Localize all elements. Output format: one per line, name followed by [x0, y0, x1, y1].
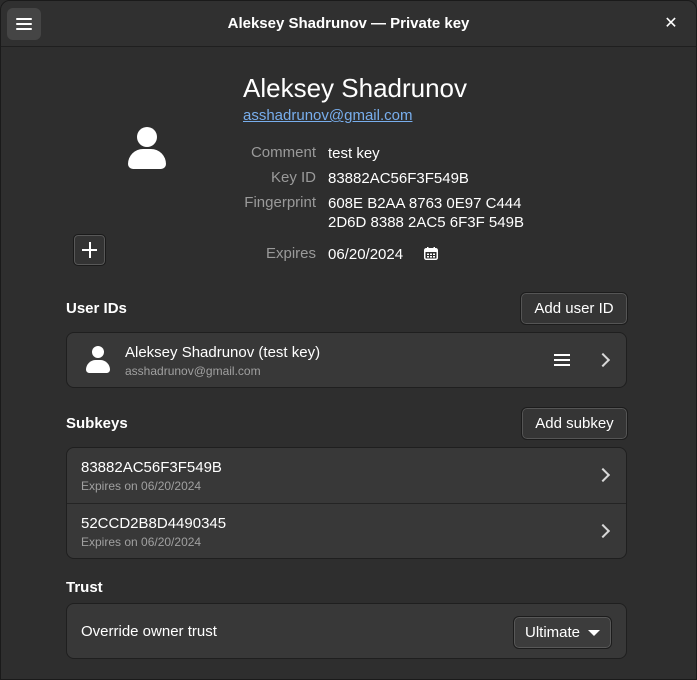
chevron-right-icon	[595, 352, 611, 368]
subkeys-list: 83882AC56F3F549B Expires on 06/20/2024 5…	[66, 447, 627, 559]
chevron-right-icon	[595, 523, 611, 539]
user-id-email: asshadrunov@gmail.com	[125, 364, 261, 378]
expires-label: Expires	[265, 245, 316, 262]
trust-heading: Trust	[66, 579, 103, 596]
key-owner-name: Aleksey Shadrunov	[243, 73, 468, 103]
key-owner-email-link[interactable]: asshadrunov@gmail.com	[243, 107, 412, 124]
key-id-value: 83882AC56F3F549B	[328, 170, 469, 187]
subkeys-heading: Subkeys	[66, 415, 128, 432]
header-bar: Aleksey Shadrunov — Private key ✕	[1, 1, 696, 47]
subkey-expiry: Expires on 06/20/2024	[81, 479, 202, 493]
owner-trust-dropdown[interactable]: Ultimate	[513, 616, 612, 649]
add-user-id-label: Add user ID	[534, 300, 614, 317]
owner-trust-selected-value: Ultimate	[525, 624, 581, 641]
caret-down-icon	[588, 630, 600, 636]
add-user-id-button[interactable]: Add user ID	[520, 292, 628, 325]
avatar-person-icon	[127, 127, 167, 169]
comment-label: Comment	[250, 144, 316, 161]
fingerprint-label: Fingerprint	[244, 194, 316, 211]
key-id-label: Key ID	[270, 169, 316, 186]
subkey-id: 52CCD2B8D4490345	[81, 515, 227, 532]
add-subkey-label: Add subkey	[535, 415, 614, 432]
private-key-window: Aleksey Shadrunov — Private key ✕ Alekse…	[0, 0, 697, 680]
subkey-expiry: Expires on 06/20/2024	[81, 535, 202, 549]
chevron-right-icon	[595, 467, 611, 483]
calendar-icon[interactable]	[424, 247, 438, 260]
add-photo-button[interactable]	[73, 234, 106, 266]
fingerprint-line-2: 2D6D 8388 2AC5 6F3F 549B	[328, 214, 524, 231]
trust-list: Override owner trust Ultimate	[66, 603, 627, 659]
avatar-person-icon	[85, 346, 111, 374]
close-icon: ✕	[664, 15, 678, 32]
user-ids-list: Aleksey Shadrunov (test key) asshadrunov…	[66, 332, 627, 388]
list-item[interactable]: 52CCD2B8D4490345 Expires on 06/20/2024	[67, 504, 626, 559]
add-subkey-button[interactable]: Add subkey	[521, 407, 628, 440]
override-owner-trust-label: Override owner trust	[81, 623, 217, 640]
comment-value: test key	[328, 145, 380, 162]
user-id-title: Aleksey Shadrunov (test key)	[125, 344, 321, 361]
fingerprint-line-1: 608E B2AA 8763 0E97 C444	[328, 195, 522, 212]
list-item[interactable]: 83882AC56F3F549B Expires on 06/20/2024	[67, 448, 626, 503]
expires-value: 06/20/2024	[328, 246, 404, 263]
user-ids-heading: User IDs	[66, 300, 127, 317]
subkey-id: 83882AC56F3F549B	[81, 459, 222, 476]
window-title: Aleksey Shadrunov — Private key	[227, 15, 470, 32]
list-menu-icon[interactable]	[554, 354, 570, 366]
close-button[interactable]: ✕	[660, 13, 682, 35]
list-item[interactable]: Aleksey Shadrunov (test key) asshadrunov…	[67, 333, 626, 387]
key-details-page: Aleksey Shadrunov asshadrunov@gmail.com …	[1, 47, 696, 679]
